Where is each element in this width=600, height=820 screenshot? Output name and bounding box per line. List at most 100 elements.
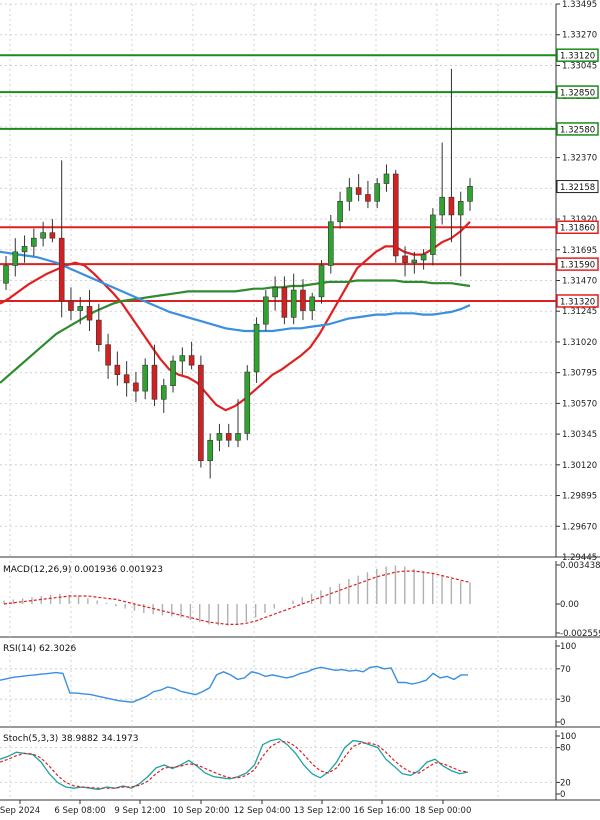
x-tick-label-4: 12 Sep 04:00 bbox=[234, 806, 291, 816]
price-tick-label-15: 1.30120 bbox=[562, 461, 597, 471]
candle-body bbox=[290, 289, 297, 318]
x-tick-label-1: 6 Sep 08:00 bbox=[54, 806, 105, 816]
candle-body bbox=[235, 433, 241, 441]
x-tick-label-6: 16 Sep 16:00 bbox=[354, 806, 411, 816]
candle-body bbox=[309, 296, 316, 311]
candle-body bbox=[383, 173, 390, 184]
candle-body bbox=[68, 300, 74, 311]
candle-body bbox=[170, 360, 176, 386]
rsi-tick-label-3: 0 bbox=[560, 718, 565, 728]
price-tick-label-9: 1.31470 bbox=[562, 277, 597, 287]
candle-body bbox=[12, 251, 19, 266]
candle-body bbox=[105, 344, 111, 366]
x-tick-label-7: 18 Sep 00:00 bbox=[415, 806, 472, 816]
level-label-5: 1.31320 bbox=[560, 297, 595, 307]
candle-body bbox=[31, 237, 37, 247]
price-tick-label-12: 1.30795 bbox=[562, 369, 597, 379]
x-tick-label-3: 10 Sep 20:00 bbox=[173, 806, 230, 816]
macd-tick-label-1: 0.00 bbox=[560, 600, 579, 610]
price-tick-label-0: 1.33495 bbox=[562, 0, 597, 10]
candle-body bbox=[225, 433, 232, 441]
x-tick-label-5: 13 Sep 12:00 bbox=[294, 806, 351, 816]
price-tick-label-10: 1.31245 bbox=[562, 307, 597, 317]
candle-body bbox=[133, 382, 139, 392]
candle-body bbox=[448, 196, 455, 216]
level-label-4: 1.31590 bbox=[560, 261, 595, 271]
candle-body bbox=[96, 319, 102, 345]
candle-body bbox=[86, 306, 93, 321]
price-tick-label-11: 1.31020 bbox=[562, 338, 597, 348]
candle-body bbox=[457, 201, 464, 216]
price-tick-label-14: 1.30345 bbox=[562, 430, 597, 440]
rsi-tick-label-1: 70 bbox=[560, 665, 571, 675]
candle-body bbox=[327, 221, 334, 266]
candle-body bbox=[123, 374, 130, 384]
candle-body bbox=[216, 433, 223, 441]
candle-body bbox=[188, 355, 195, 366]
candle-body bbox=[355, 187, 362, 195]
price-tick-label-13: 1.30570 bbox=[562, 399, 597, 409]
level-label-3: 1.31860 bbox=[560, 224, 595, 234]
candle-body bbox=[253, 323, 260, 373]
rsi-label: RSI(14) 62.3026 bbox=[3, 644, 76, 654]
candle-body bbox=[207, 439, 213, 462]
candle-body bbox=[439, 196, 445, 216]
candle-body bbox=[49, 232, 56, 239]
candle-body bbox=[337, 201, 343, 223]
candle-body bbox=[420, 254, 427, 261]
candle-body bbox=[346, 187, 353, 202]
candle-body bbox=[3, 265, 9, 284]
price-tick-label-17: 1.29670 bbox=[562, 522, 597, 532]
candle-body bbox=[411, 259, 418, 264]
rsi-tick-label-2: 30 bbox=[560, 695, 571, 705]
stoch-tick-label-0: 100 bbox=[560, 732, 576, 742]
stoch-tick-label-2: 20 bbox=[560, 778, 571, 788]
candle-21 bbox=[198, 355, 204, 468]
candle-body bbox=[58, 237, 65, 302]
price-tick-label-1: 1.33270 bbox=[562, 31, 597, 41]
stoch-tick-label-3: 0 bbox=[560, 790, 565, 800]
price-tick-label-2: 1.33045 bbox=[562, 61, 597, 71]
macd-tick-label-0: 0.003438 bbox=[560, 561, 600, 571]
candle-body bbox=[21, 246, 28, 253]
candle-body bbox=[179, 355, 186, 362]
candle-body bbox=[281, 287, 288, 318]
current-price-label: 1.32158 bbox=[560, 183, 595, 193]
candle-body bbox=[374, 183, 381, 202]
price-tick-label-8: 1.31695 bbox=[562, 246, 597, 256]
candle-body bbox=[151, 364, 158, 400]
macd-label: MACD(12,26,9) 0.001936 0.001923 bbox=[3, 565, 163, 575]
level-label-0: 1.33120 bbox=[560, 52, 595, 62]
macd-tick-label-2: -0.002559 bbox=[560, 629, 600, 639]
candle-body bbox=[160, 385, 167, 400]
candle-26 bbox=[244, 365, 251, 441]
price-tick-label-16: 1.29895 bbox=[562, 492, 597, 502]
candle-body bbox=[365, 194, 371, 202]
stoch-tick-label-1: 80 bbox=[560, 744, 571, 754]
candle-35 bbox=[327, 214, 334, 274]
level-label-2: 1.32580 bbox=[560, 125, 595, 135]
candle-body bbox=[40, 232, 46, 239]
chart-background bbox=[0, 0, 600, 820]
candle-body bbox=[402, 255, 408, 264]
candle-body bbox=[198, 364, 204, 462]
candle-body bbox=[114, 364, 121, 376]
candle-body bbox=[77, 306, 84, 311]
candle-body bbox=[244, 371, 251, 434]
candle-body bbox=[318, 265, 325, 298]
x-tick-label-2: 9 Sep 12:00 bbox=[114, 806, 165, 816]
candle-34 bbox=[318, 260, 325, 304]
candle-body bbox=[467, 185, 473, 202]
price-tick-label-5: 1.32370 bbox=[562, 154, 597, 164]
level-label-1: 1.32850 bbox=[560, 89, 595, 99]
rsi-tick-label-0: 100 bbox=[560, 642, 576, 652]
stoch-label: Stoch(5,3,3) 38.9882 34.1973 bbox=[3, 734, 138, 744]
candle-body bbox=[263, 296, 269, 325]
candle-body bbox=[142, 364, 148, 392]
candle-42 bbox=[392, 169, 399, 263]
candle-body bbox=[272, 287, 278, 298]
x-tick-label-0: Sep 2024 bbox=[0, 806, 40, 816]
forex-chart: 1.334951.332701.330451.328201.325951.323… bbox=[0, 0, 600, 820]
candle-body bbox=[392, 173, 399, 257]
candle-body bbox=[300, 289, 306, 311]
